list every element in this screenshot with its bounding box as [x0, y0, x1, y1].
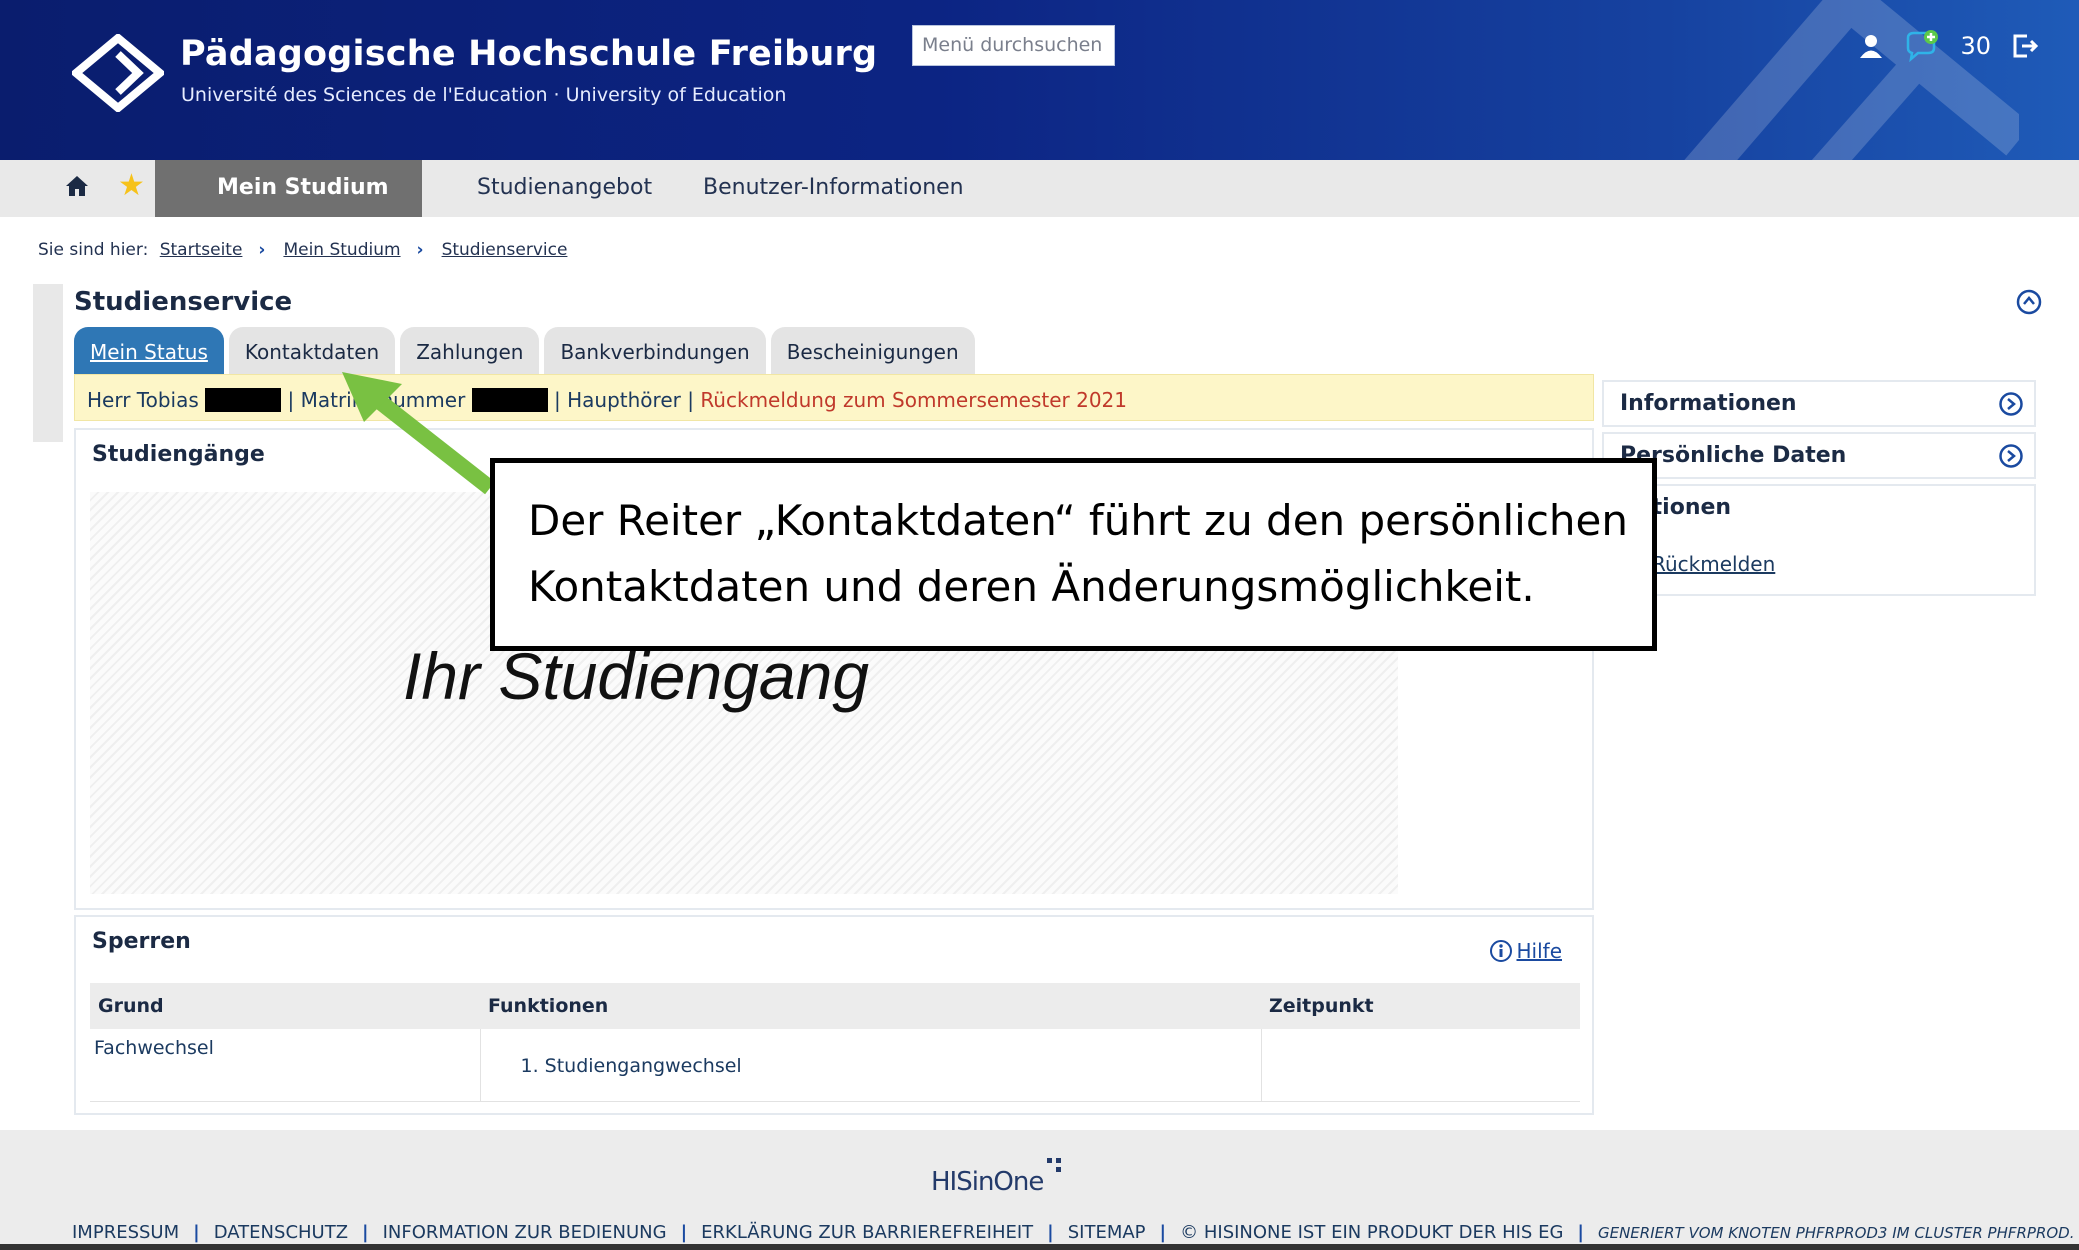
column-header-grund: Grund — [90, 983, 480, 1029]
cell-funktionen[interactable]: 1. Studiengangwechsel — [480, 1029, 1262, 1102]
student-name: Herr Tobias — [87, 388, 199, 412]
chevron-right-icon: › — [416, 240, 424, 260]
breadcrumb-studienservice[interactable]: Studienservice — [442, 240, 568, 260]
logout-icon[interactable] — [2011, 32, 2039, 60]
footer-link-impressum[interactable]: IMPRESSUM — [72, 1222, 179, 1243]
app-header: Pädagogische Hochschule Freiburg Univers… — [0, 0, 2079, 160]
messages-icon[interactable] — [1904, 30, 1940, 62]
sperren-panel: Sperren Hilfe Grund Funktionen Zeitpunkt… — [74, 915, 1594, 1115]
informationen-box[interactable]: Informationen — [1602, 380, 2036, 427]
nav-item-studienangebot[interactable]: Studienangebot — [477, 175, 652, 200]
footer-link-datenschutz[interactable]: DATENSCHUTZ — [214, 1222, 348, 1243]
redacted-surname — [205, 388, 282, 412]
cell-zeitpunkt — [1261, 1029, 1580, 1102]
footer-generated-info: GENERIERT VOM KNOTEN PHFRPROD3 IM CLUSTE… — [1597, 1224, 2075, 1242]
sperren-title: Sperren — [92, 929, 191, 954]
nav-item-mein-studium[interactable]: Mein Studium — [155, 160, 422, 217]
table-header-row: Grund Funktionen Zeitpunkt — [90, 983, 1580, 1029]
breadcrumb: Sie sind hier: Startseite › Mein Studium › S… — [38, 240, 567, 260]
annotation-arrow — [342, 372, 495, 495]
callout-line-2: Kontaktdaten und deren Änderungsmöglichk… — [528, 562, 1535, 611]
help-link[interactable]: Hilfe — [1489, 939, 1563, 963]
user-icon[interactable] — [1858, 33, 1884, 59]
student-role: | Haupthörer | — [554, 388, 694, 412]
info-icon — [1489, 940, 1512, 962]
breadcrumb-label: Sie sind hier: — [38, 240, 149, 260]
footer-link-sitemap[interactable]: SITEMAP — [1068, 1222, 1146, 1243]
logo-icon[interactable] — [72, 34, 164, 112]
informationen-title[interactable]: Informationen — [1620, 391, 1797, 416]
footer-link-bedienung[interactable]: INFORMATION ZUR BEDIENUNG — [383, 1222, 667, 1243]
nav-item-benutzer-informationen[interactable]: Benutzer-Informationen — [703, 175, 964, 200]
chevron-circle-right-icon[interactable] — [1998, 443, 2024, 469]
footer-links: IMPRESSUM | DATENSCHUTZ | INFORMATION ZUR BE… — [72, 1222, 2075, 1243]
breadcrumb-mein-studium[interactable]: Mein Studium — [283, 240, 400, 260]
menu-search-input[interactable]: Menü durchsuchen — [912, 25, 1115, 66]
column-header-funktionen: Funktionen — [480, 983, 1261, 1029]
rueckmelden-link[interactable]: Rückmelden — [1652, 552, 1775, 576]
favorites-star-icon[interactable]: ★ — [118, 168, 145, 203]
cell-grund: Fachwechsel — [90, 1029, 481, 1102]
column-header-zeitpunkt: Zeitpunkt — [1261, 983, 1580, 1029]
university-name[interactable]: Pädagogische Hochschule Freiburg — [180, 34, 877, 74]
studiengaenge-title: Studiengänge — [92, 442, 265, 467]
rueckmeldung-notice: Rückmeldung zum Sommersemester 2021 — [700, 388, 1128, 412]
sidebar-toggle[interactable] — [33, 284, 63, 442]
table-row: Fachwechsel 1. Studiengangwechsel — [90, 1029, 1580, 1102]
message-count[interactable]: 30 — [1960, 32, 1991, 60]
tab-mein-status[interactable]: Mein Status — [74, 327, 224, 374]
header-icons: 30 — [1858, 30, 2039, 62]
chevron-right-icon: › — [258, 240, 266, 260]
footer: HISinOne IMPRESSUM | DATENSCHUTZ | INFORMATI… — [0, 1130, 2079, 1250]
main-navigation: ★ Mein Studium Studienangebot Benutzer-I… — [0, 160, 2079, 217]
tab-bar: Mein Status Kontaktdaten Zahlungen Bankv… — [74, 327, 975, 374]
aktionen-box: Aktionen Rückmelden — [1602, 484, 2036, 596]
tab-bankverbindungen[interactable]: Bankverbindungen — [544, 327, 766, 374]
breadcrumb-startseite[interactable]: Startseite — [160, 240, 243, 260]
header-decoration — [1684, 0, 2019, 160]
home-icon[interactable] — [64, 174, 90, 198]
collapse-up-icon[interactable] — [2015, 288, 2043, 316]
logo-dots-icon — [1047, 1158, 1062, 1172]
persoenliche-daten-box[interactable]: Persönliche Daten — [1602, 432, 2036, 479]
help-label[interactable]: Hilfe — [1517, 939, 1563, 963]
footer-link-hisinone[interactable]: © HISINONE IST EIN PRODUKT DER HIS EG — [1180, 1222, 1563, 1243]
hisinone-logo-text: HISinOne — [931, 1167, 1044, 1197]
chevron-circle-right-icon[interactable] — [1998, 391, 2024, 417]
hisinone-logo: HISinOne — [931, 1156, 1065, 1197]
callout-line-1: Der Reiter „Kontaktdaten“ führt zu den p… — [528, 496, 1628, 545]
sperren-table: Grund Funktionen Zeitpunkt Fachwechsel 1… — [90, 983, 1580, 1102]
university-subtitle: Université des Sciences de l'Education ·… — [181, 84, 787, 106]
tab-bescheinigungen[interactable]: Bescheinigungen — [770, 327, 975, 374]
footer-link-barrierefreiheit[interactable]: ERKLÄRUNG ZUR BARRIEREFREIHEIT — [701, 1222, 1033, 1243]
page-title: Studienservice — [74, 287, 293, 317]
annotation-callout: Der Reiter „Kontaktdaten“ führt zu den p… — [490, 458, 1657, 651]
bottom-strip — [0, 1244, 2079, 1250]
status-bar: Herr Tobias | Matrikelnummer | Haupthöre… — [74, 374, 1594, 421]
